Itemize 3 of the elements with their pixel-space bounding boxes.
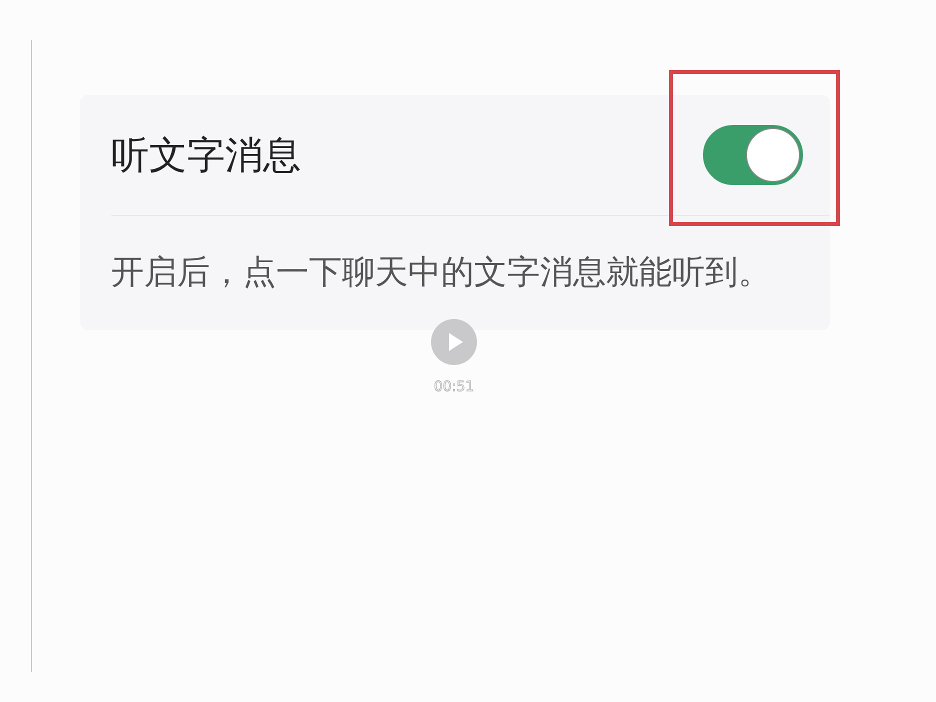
video-duration: 00:51 (434, 379, 474, 395)
setting-description: 开启后，点一下聊天中的文字消息就能听到。 (111, 251, 772, 293)
setting-title: 听文字消息 (111, 132, 301, 178)
